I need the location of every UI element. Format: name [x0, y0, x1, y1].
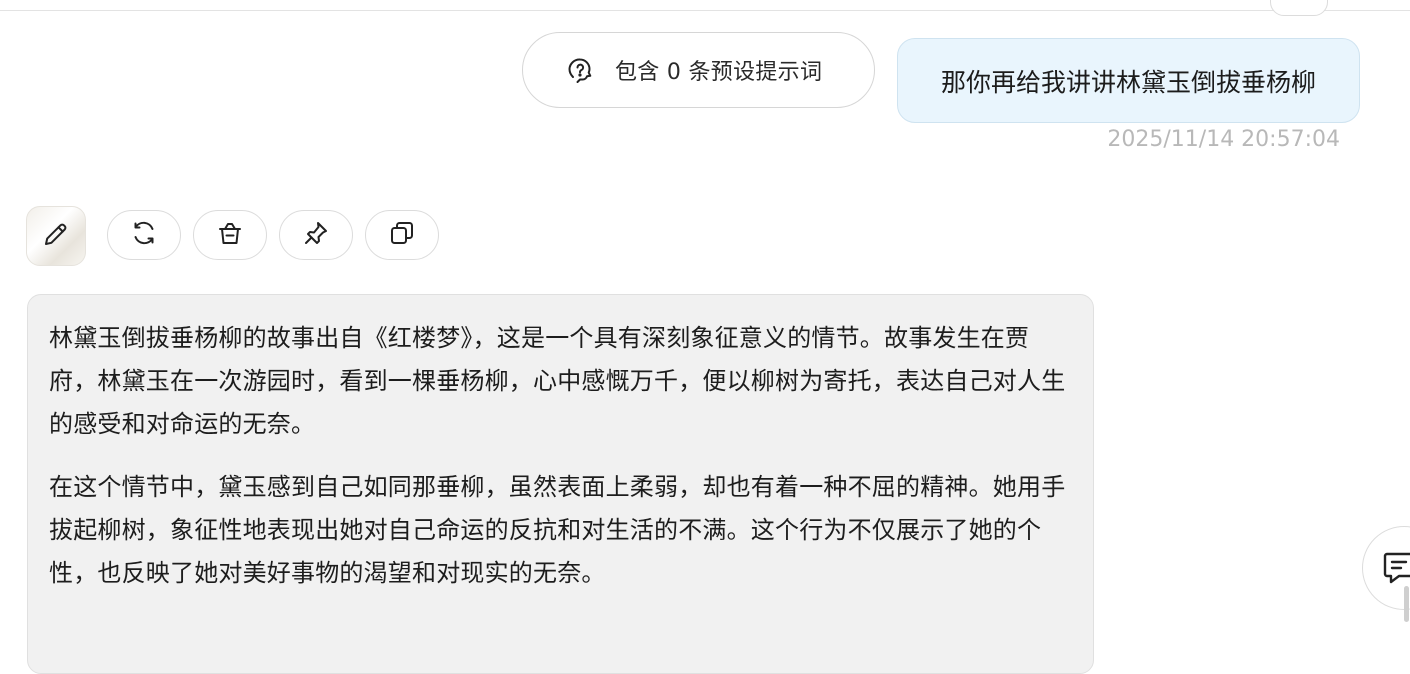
trash-icon — [215, 218, 245, 252]
preset-prompts-label: 包含 0 条预设提示词 — [615, 60, 823, 85]
message-timestamp: 2025/11/14 20:57:04 — [1107, 127, 1340, 152]
assistant-paragraph: 在这个情节中，黛玉感到自己如同那垂柳，虽然表面上柔弱，却也有着一种不屈的精神。她… — [49, 473, 1066, 587]
floating-chat-button[interactable] — [1362, 526, 1410, 610]
pin-button[interactable] — [279, 210, 353, 260]
previous-action-button[interactable] — [1270, 0, 1328, 16]
copy-button[interactable] — [365, 210, 439, 260]
pin-icon — [301, 218, 331, 252]
preset-prompts-button[interactable]: 包含 0 条预设提示词 — [522, 32, 875, 108]
user-message-bubble: 那你再给我讲讲林黛玉倒拔垂杨柳 — [897, 38, 1360, 123]
regenerate-button[interactable] — [107, 210, 181, 260]
brain-icon — [565, 55, 595, 85]
user-message-text: 那你再给我讲讲林黛玉倒拔垂杨柳 — [940, 67, 1316, 97]
copy-icon — [387, 218, 417, 252]
top-divider — [0, 10, 1410, 11]
assistant-avatar-edit-button[interactable] — [26, 206, 86, 266]
refresh-icon — [129, 218, 159, 252]
scrollbar-thumb[interactable] — [1404, 586, 1409, 622]
pencil-icon — [41, 219, 71, 253]
chat-icon — [1381, 546, 1410, 590]
delete-button[interactable] — [193, 210, 267, 260]
assistant-message-bubble: 林黛玉倒拔垂杨柳的故事出自《红楼梦》，这是一个具有深刻象征意义的情节。故事发生在… — [27, 294, 1094, 674]
assistant-paragraph: 林黛玉倒拔垂杨柳的故事出自《红楼梦》，这是一个具有深刻象征意义的情节。故事发生在… — [49, 324, 1066, 438]
